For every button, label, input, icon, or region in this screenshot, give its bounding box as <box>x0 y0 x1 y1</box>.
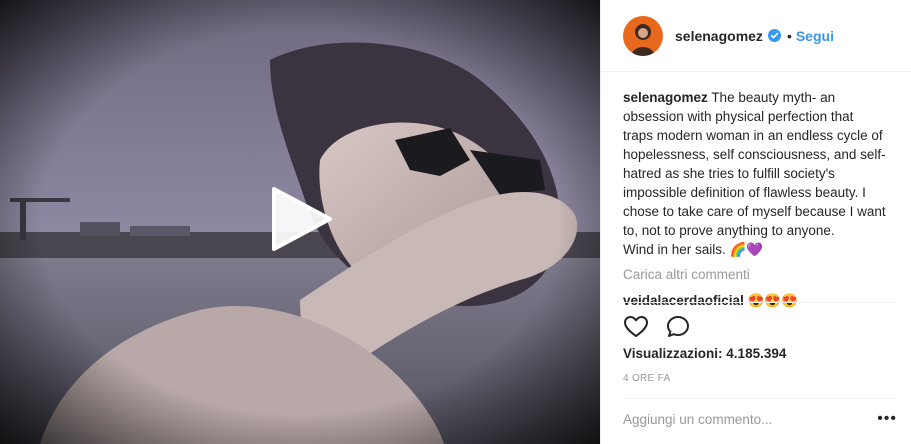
caption-line: chose to take care of myself because I w… <box>623 204 886 219</box>
comment-text: 😍😍😍 <box>747 293 799 308</box>
divider <box>623 302 897 303</box>
caption-line: Wind in her sails. 🌈💜 <box>623 242 764 257</box>
add-comment-bar: ••• <box>623 398 897 439</box>
comment-author[interactable]: veidalacerdaoficial <box>623 293 744 308</box>
views-label: Visualizzazioni: <box>623 346 723 361</box>
post-header: selenagomez • Segui <box>601 0 911 72</box>
view-count: Visualizzazioni: 4.185.394 <box>623 346 786 361</box>
caption-line: obsession with physical perfection that <box>623 109 854 124</box>
caption-line: traps modern woman in an endless cycle o… <box>623 128 883 143</box>
separator-dot: • <box>786 27 792 44</box>
caption-line: to, not to prove anything to anyone. <box>623 223 835 238</box>
video-player[interactable] <box>0 0 600 444</box>
comments-section: selenagomez The beauty myth- an obsessio… <box>601 72 911 309</box>
post-sidebar: selenagomez • Segui selenagomez The beau… <box>600 0 911 444</box>
avatar[interactable] <box>623 15 663 56</box>
caption-line: impossible definition of flawless beauty… <box>623 185 866 200</box>
verified-badge-icon <box>767 29 781 42</box>
load-more-comments-link[interactable]: Carica altri commenti <box>623 267 750 282</box>
post-caption: selenagomez The beauty myth- an obsessio… <box>623 88 897 259</box>
post-timestamp[interactable]: 4 ORE FA <box>623 373 670 384</box>
comment-icon[interactable] <box>665 314 691 340</box>
caption-line: hatred as she tries to fulfill society's <box>623 166 835 181</box>
comment-input[interactable] <box>623 411 873 427</box>
instagram-post: selenagomez • Segui selenagomez The beau… <box>0 0 911 444</box>
views-count: 4.185.394 <box>726 346 787 361</box>
caption-line: hopelessness, self consciousness, and se… <box>623 147 886 162</box>
heart-icon[interactable] <box>623 314 649 340</box>
caption-author[interactable]: selenagomez <box>623 90 708 105</box>
caption-line: The beauty myth- an <box>711 90 836 105</box>
more-options-icon[interactable]: ••• <box>873 410 897 428</box>
action-bar <box>623 314 691 340</box>
play-icon[interactable] <box>268 186 334 252</box>
follow-button[interactable]: Segui <box>796 28 834 44</box>
comment-item: veidalacerdaoficial 😍😍😍 <box>623 293 897 309</box>
username[interactable]: selenagomez <box>675 28 763 44</box>
